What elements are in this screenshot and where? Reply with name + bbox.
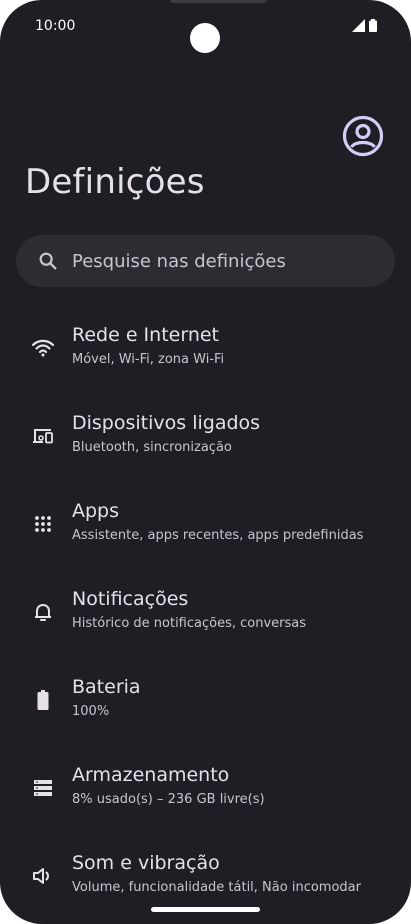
settings-item-title: Bateria xyxy=(72,676,141,698)
page-title: Definições xyxy=(25,162,205,202)
account-avatar-icon[interactable] xyxy=(342,115,384,157)
volume-icon xyxy=(33,868,49,884)
settings-item-subtitle: Assistente, apps recentes, apps predefin… xyxy=(72,528,364,543)
settings-item-title: Notificações xyxy=(72,588,189,610)
battery-icon xyxy=(37,690,49,710)
settings-item-title: Som e vibração xyxy=(72,852,220,874)
settings-item-title: Dispositivos ligados xyxy=(72,412,261,434)
devices-icon xyxy=(33,429,53,444)
wifi-icon xyxy=(31,339,55,357)
bell-icon xyxy=(35,603,51,621)
search-bar[interactable] xyxy=(16,235,395,287)
battery-status-icon xyxy=(369,19,377,32)
apps-grid-icon xyxy=(35,516,51,532)
home-gesture-bar[interactable] xyxy=(151,907,260,912)
settings-item-connected-devices[interactable]: Dispositivos ligados Bluetooth, sincroni… xyxy=(0,388,411,476)
search-icon xyxy=(39,252,57,270)
phone-screen: 10:00 Definições Rede e Internet Móv xyxy=(0,0,411,924)
settings-item-notifications[interactable]: Notificações Histórico de notificações, … xyxy=(0,564,411,652)
status-bar: 10:00 xyxy=(0,0,411,56)
settings-item-title: Apps xyxy=(72,500,120,522)
camera-cutout xyxy=(190,23,220,53)
settings-item-title: Rede e Internet xyxy=(72,324,219,346)
settings-item-subtitle: Bluetooth, sincronização xyxy=(72,440,232,455)
search-input[interactable] xyxy=(72,235,372,287)
settings-item-title: Armazenamento xyxy=(72,764,230,786)
status-time: 10:00 xyxy=(35,18,76,34)
settings-item-network[interactable]: Rede e Internet Móvel, Wi-Fi, zona Wi-Fi xyxy=(0,300,411,388)
settings-item-battery[interactable]: Bateria 100% xyxy=(0,652,411,740)
storage-icon xyxy=(34,780,52,796)
signal-icon xyxy=(352,19,365,32)
settings-item-storage[interactable]: Armazenamento 8% usado(s) – 236 GB livre… xyxy=(0,740,411,828)
status-icons xyxy=(352,19,377,32)
settings-item-subtitle: 100% xyxy=(72,704,110,719)
settings-item-subtitle: Volume, funcionalidade tátil, Não incomo… xyxy=(72,880,361,895)
settings-item-subtitle: 8% usado(s) – 236 GB livre(s) xyxy=(72,792,265,807)
settings-item-subtitle: Histórico de notificações, conversas xyxy=(72,616,307,631)
settings-item-apps[interactable]: Apps Assistente, apps recentes, apps pre… xyxy=(0,476,411,564)
settings-item-subtitle: Móvel, Wi-Fi, zona Wi-Fi xyxy=(72,352,225,367)
settings-item-sound[interactable]: Som e vibração Volume, funcionalidade tá… xyxy=(0,828,411,916)
